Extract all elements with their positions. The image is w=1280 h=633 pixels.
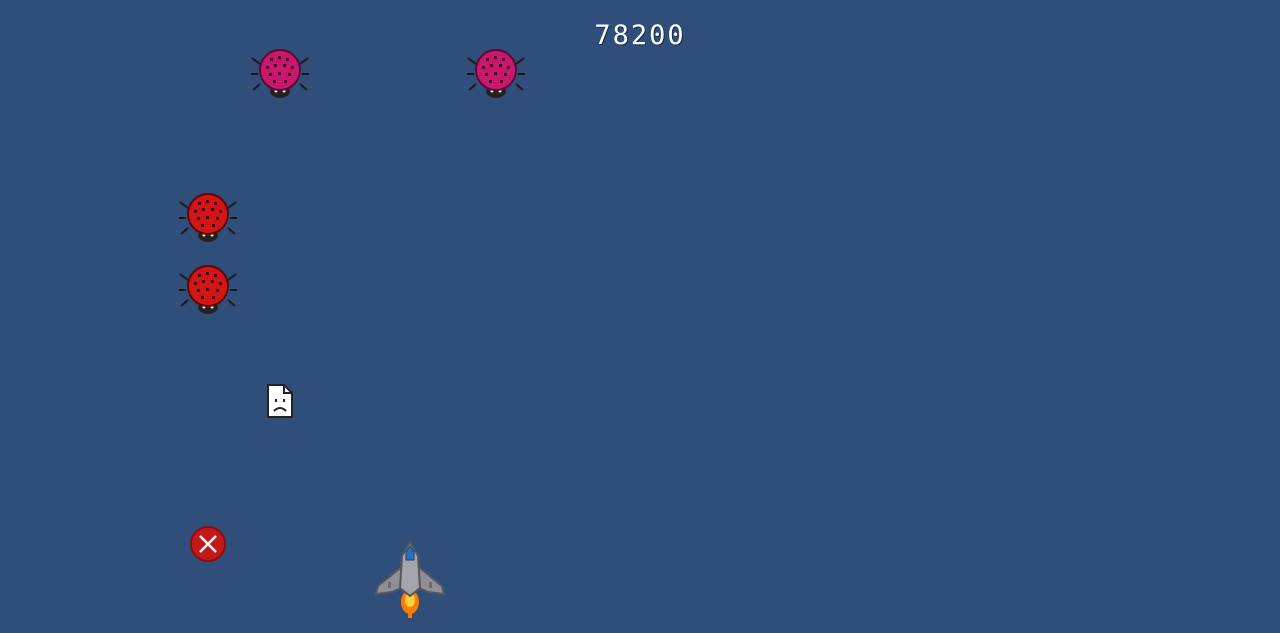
red-mine-icon (190, 526, 226, 562)
ladybug-enemy-1 (251, 49, 309, 98)
ladybug-enemy-2 (467, 49, 525, 98)
ladybug-enemy-3 (179, 193, 237, 242)
broken-image-icon (267, 384, 293, 418)
score-display: 78200 (594, 20, 686, 51)
player-spaceship[interactable] (372, 538, 448, 622)
game-stage[interactable]: 78200 (0, 0, 1280, 633)
ladybug-enemy-4 (179, 265, 237, 314)
